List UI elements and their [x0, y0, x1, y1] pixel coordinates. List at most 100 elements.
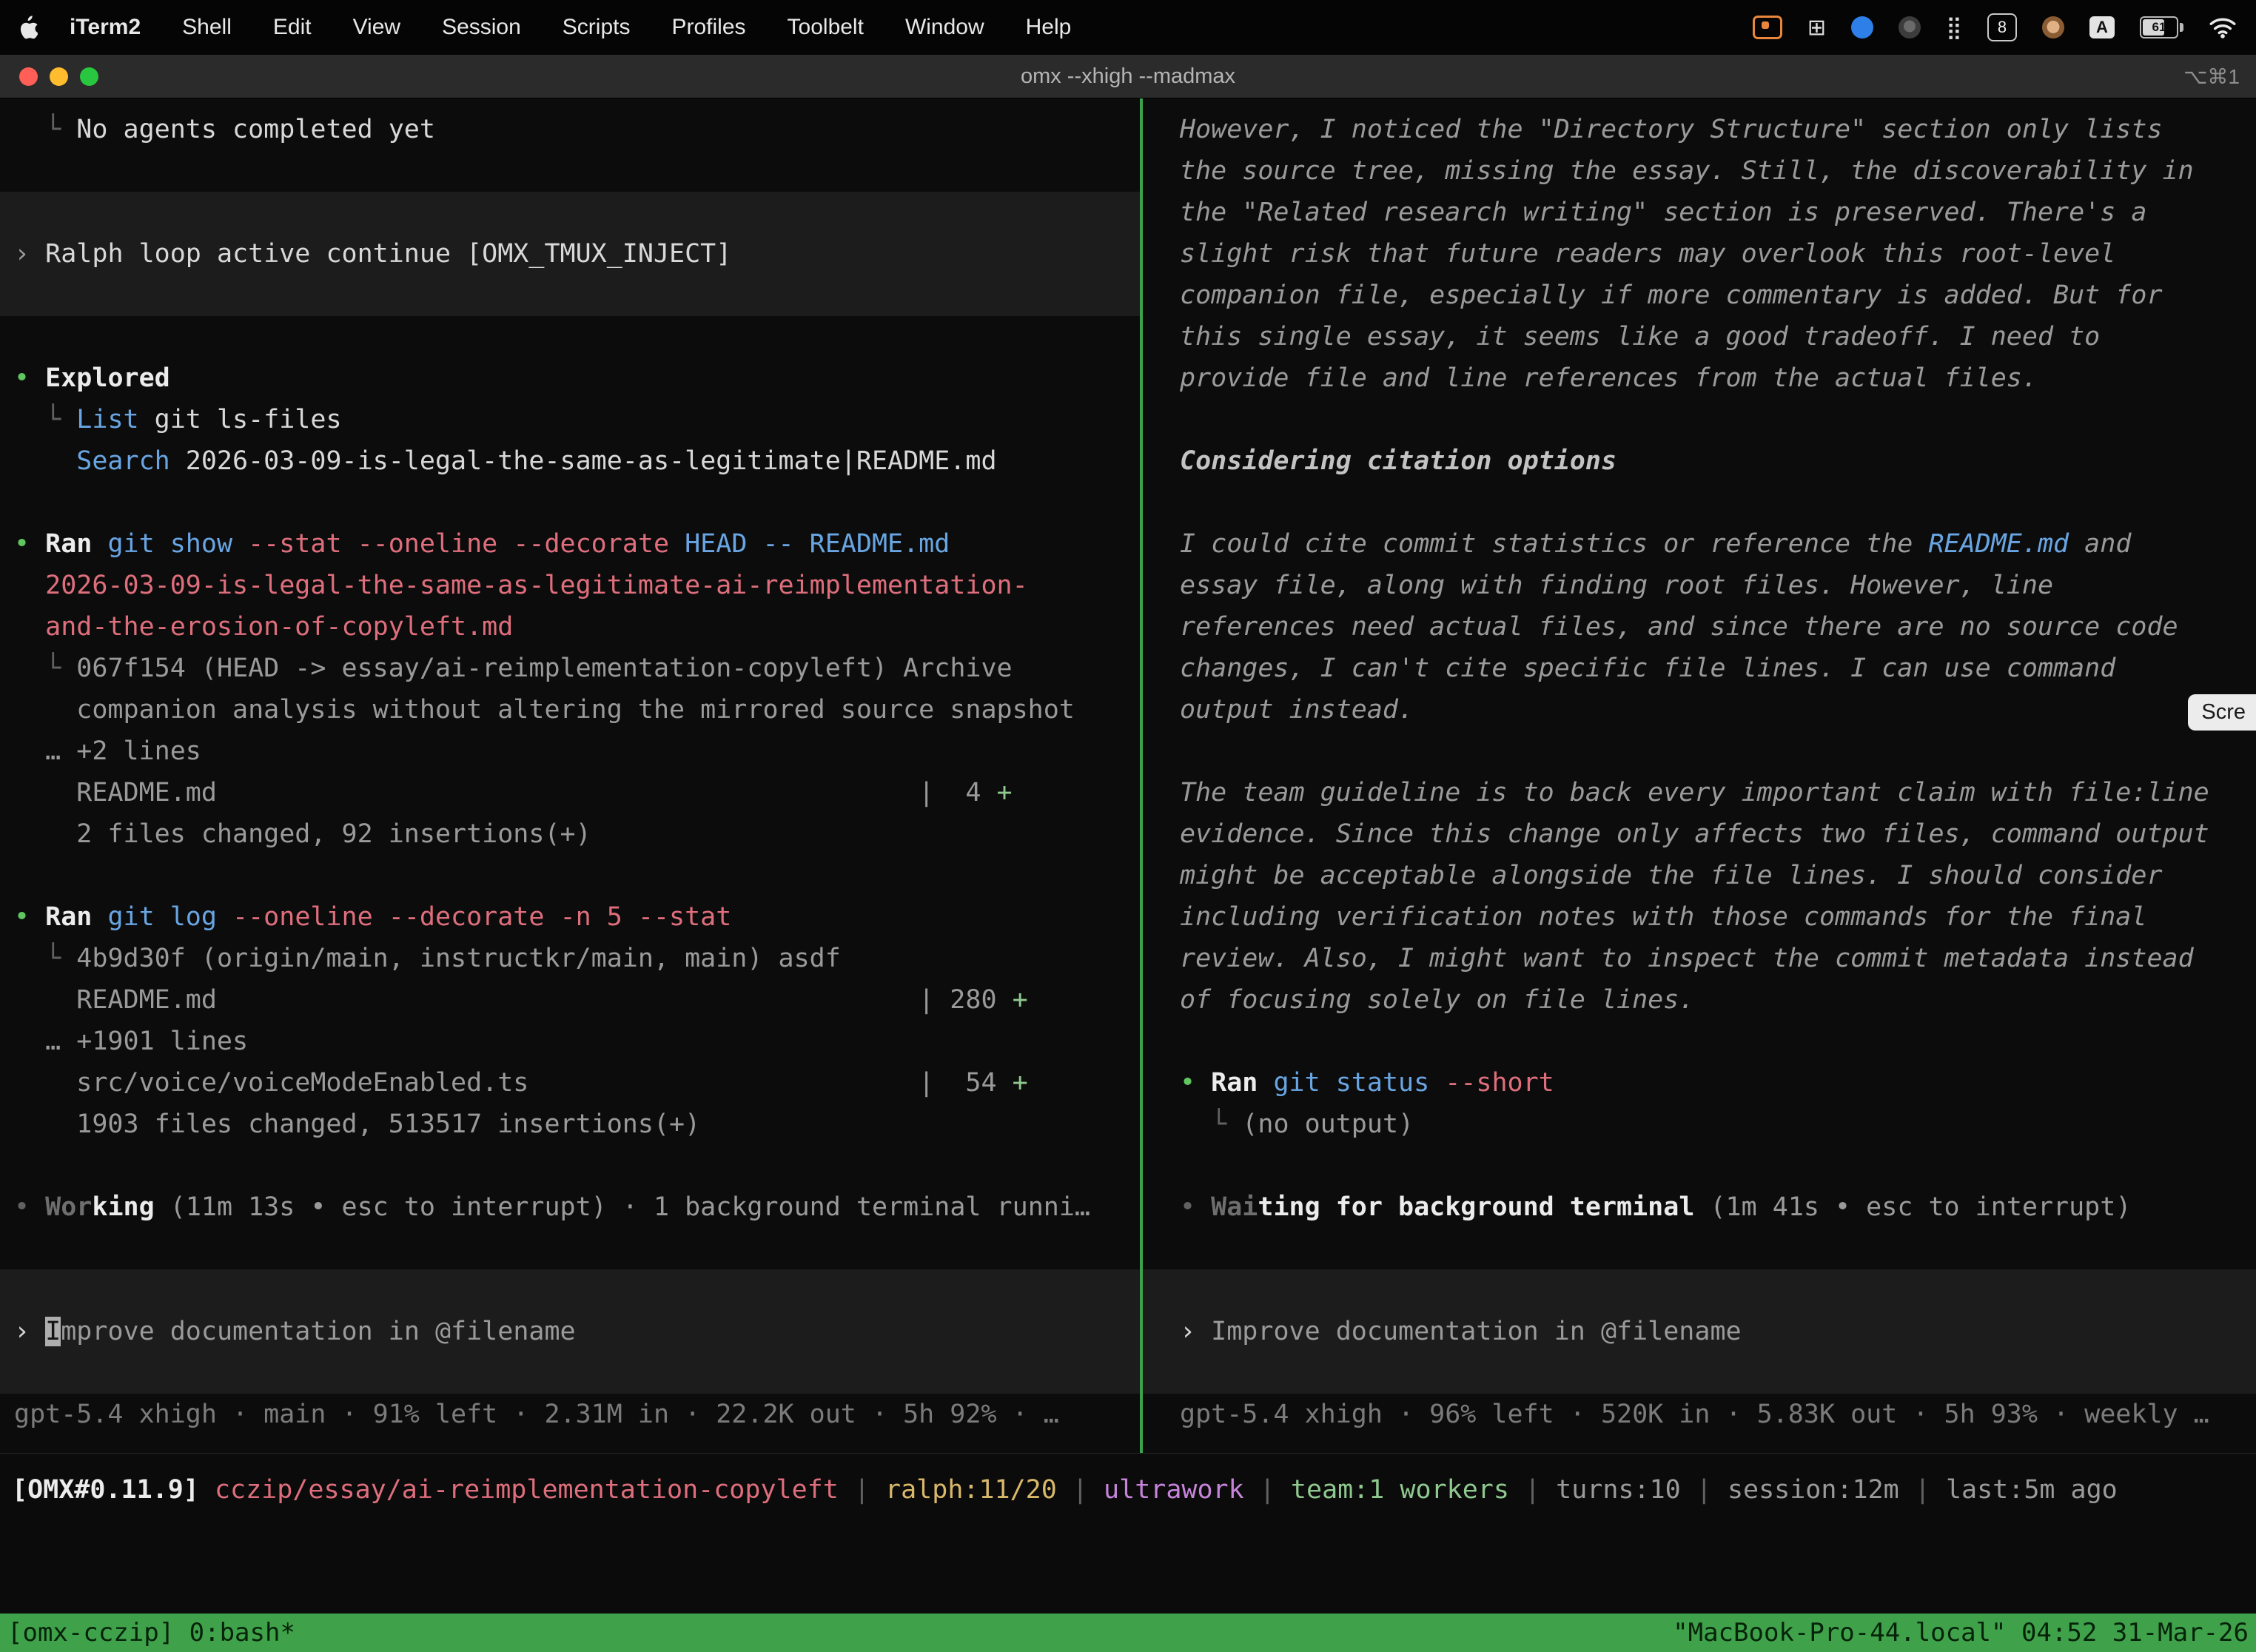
dark-app-icon[interactable] — [1899, 16, 1921, 38]
terminal-line: might be acceptable alongside the file l… — [1143, 855, 2256, 896]
agent-pane-left[interactable]: └ No agents completed yet › Ralph loop a… — [0, 98, 1140, 1453]
terminal-line — [1143, 399, 2256, 440]
traffic-lights — [19, 67, 98, 86]
terminal-line: The team guideline is to back every impo… — [1143, 772, 2256, 813]
terminal-line: README.md | 280 + — [0, 979, 1140, 1021]
terminal-line — [1143, 1021, 2256, 1062]
terminal-line: review. Also, I might want to inspect th… — [1143, 938, 2256, 979]
terminal-line: output instead. — [1143, 689, 2256, 731]
waiting-indicator: • Waiting for background terminal (1m 41… — [1143, 1186, 2256, 1228]
terminal-line — [1143, 1228, 2256, 1269]
terminal-line: companion analysis without altering the … — [0, 689, 1140, 731]
session-stats: gpt-5.4 xhigh · 96% left · 520K in · 5.8… — [1143, 1394, 2256, 1435]
terminal-line: However, I noticed the "Directory Struct… — [1143, 109, 2256, 150]
title-bar: omx --xhigh --madmax ⌥⌘1 — [0, 55, 2256, 98]
round-app-icon[interactable] — [2042, 16, 2064, 38]
reasoning-heading: Considering citation options — [1143, 440, 2256, 482]
terminal-line: 2026-03-09-is-legal-the-same-as-legitima… — [0, 565, 1140, 606]
apple-menu-icon[interactable] — [19, 16, 38, 39]
close-button[interactable] — [19, 67, 38, 86]
ran-git-show: • Ran git show --stat --oneline --decora… — [0, 523, 1140, 565]
terminal-line — [0, 316, 1140, 357]
battery-icon[interactable]: 61 — [2140, 16, 2183, 38]
battery-percent: 61 — [2152, 20, 2166, 35]
terminal-line: evidence. Since this change only affects… — [1143, 813, 2256, 855]
agent-pane-right[interactable]: However, I noticed the "Directory Struct… — [1143, 98, 2256, 1453]
terminal-line — [1143, 1352, 2256, 1394]
tmux-host-clock: "MacBook-Pro-44.local" 04:52 31-Mar-26 — [1673, 1618, 2249, 1648]
menu-item-scripts[interactable]: Scripts — [563, 15, 631, 40]
menu-item-help[interactable]: Help — [1026, 15, 1072, 40]
terminal-line: slight risk that future readers may over… — [1143, 233, 2256, 275]
blue-app-icon[interactable] — [1851, 16, 1873, 38]
terminal-line: 2 files changed, 92 insertions(+) — [0, 813, 1140, 855]
terminal-line: of focusing solely on file lines. — [1143, 979, 2256, 1021]
omx-status: [OMX#0.11.9] cczip/essay/ai-reimplementa… — [0, 1469, 2256, 1511]
terminal-line: provide file and line references from th… — [1143, 357, 2256, 399]
terminal-line — [0, 855, 1140, 896]
tmux-session-window[interactable]: [omx-cczip] 0:bash* — [7, 1618, 295, 1648]
screen-share-tooltip[interactable]: Scre — [2188, 694, 2256, 731]
tmux-status-bar: [omx-cczip] 0:bash* "MacBook-Pro-44.loca… — [0, 1614, 2256, 1652]
omx-status-line: [OMX#0.11.9] cczip/essay/ai-reimplementa… — [0, 1469, 2256, 1511]
window-title: omx --xhigh --madmax — [0, 64, 2256, 89]
menu-item-session[interactable]: Session — [442, 15, 521, 40]
explored-header: • Explored — [0, 357, 1140, 399]
terminal-line: └ List git ls-files — [0, 399, 1140, 440]
terminal-line: including verification notes with those … — [1143, 896, 2256, 938]
minimize-button[interactable] — [50, 67, 68, 86]
terminal-line: companion file, especially if more comme… — [1143, 275, 2256, 316]
zoom-button[interactable] — [80, 67, 98, 86]
terminal-line — [0, 192, 1140, 233]
menu-item-edit[interactable]: Edit — [273, 15, 312, 40]
terminal-line — [0, 1269, 1140, 1311]
terminal-line: … +1901 lines — [0, 1021, 1140, 1062]
grid-icon[interactable]: ⊞ — [1807, 15, 1826, 41]
window-shortcut-badge: ⌥⌘1 — [2183, 64, 2240, 89]
terminal-line — [1143, 1145, 2256, 1186]
ran-git-status: • Ran git status --short — [1143, 1062, 2256, 1104]
terminal-line: └ 4b9d30f (origin/main, instructkr/main,… — [0, 938, 1140, 979]
terminal-line: essay file, along with finding root file… — [1143, 565, 2256, 606]
terminal-line — [0, 275, 1140, 316]
terminal-line — [0, 150, 1140, 192]
screen-recording-indicator-icon[interactable] — [1753, 16, 1782, 39]
terminal-line: the source tree, missing the essay. Stil… — [1143, 150, 2256, 192]
terminal-line: changes, I can't cite specific file line… — [1143, 648, 2256, 689]
terminal-line: references need actual files, and since … — [1143, 606, 2256, 648]
menu-item-shell[interactable]: Shell — [182, 15, 232, 40]
working-indicator: • Working (11m 13s • esc to interrupt) ·… — [0, 1186, 1140, 1228]
menu-item-toolbelt[interactable]: Toolbelt — [788, 15, 864, 40]
wifi-icon[interactable] — [2209, 16, 2237, 38]
terminal-line: I could cite commit statistics or refere… — [1143, 523, 2256, 565]
terminal-line: this single essay, it seems like a good … — [1143, 316, 2256, 357]
inject-banner[interactable]: › Ralph loop active continue [OMX_TMUX_I… — [0, 192, 1140, 316]
terminal-line — [0, 1145, 1140, 1186]
dots-grid-icon[interactable]: ⣿ — [1946, 15, 1962, 41]
menu-item-window[interactable]: Window — [905, 15, 984, 40]
terminal-panes: └ No agents completed yet › Ralph loop a… — [0, 98, 2256, 1454]
menu-item-view[interactable]: View — [353, 15, 400, 40]
prompt-line: › Improve documentation in @filename — [0, 1311, 1140, 1352]
key-badge-icon[interactable]: 8 — [1987, 13, 2017, 41]
terminal-line — [1143, 1269, 2256, 1311]
ran-git-log: • Ran git log --oneline --decorate -n 5 … — [0, 896, 1140, 938]
session-stats: gpt-5.4 xhigh · main · 91% left · 2.31M … — [0, 1394, 1140, 1435]
terminal-line: 1903 files changed, 513517 insertions(+) — [0, 1104, 1140, 1145]
input-source-icon[interactable]: A — [2089, 16, 2115, 38]
prompt-input[interactable]: › Improve documentation in @filename — [0, 1269, 1140, 1394]
terminal-line — [0, 482, 1140, 523]
prompt-line: › Improve documentation in @filename — [1143, 1311, 2256, 1352]
terminal-line: the "Related research writing" section i… — [1143, 192, 2256, 233]
terminal-line: └ No agents completed yet — [0, 109, 1140, 150]
inject-banner-line: › Ralph loop active continue [OMX_TMUX_I… — [0, 233, 1140, 275]
terminal-line: README.md | 4 + — [0, 772, 1140, 813]
menu-item-profiles[interactable]: Profiles — [671, 15, 745, 40]
terminal-line — [0, 1352, 1140, 1394]
menu-item-iterm2[interactable]: iTerm2 — [70, 15, 141, 40]
menu-bar: iTerm2 Shell Edit View Session Scripts P… — [0, 0, 2256, 55]
terminal-line: └ (no output) — [1143, 1104, 2256, 1145]
prompt-input[interactable]: › Improve documentation in @filename — [1143, 1269, 2256, 1394]
terminal-line: └ 067f154 (HEAD -> essay/ai-reimplementa… — [0, 648, 1140, 689]
terminal-line: src/voice/voiceModeEnabled.ts | 54 + — [0, 1062, 1140, 1104]
